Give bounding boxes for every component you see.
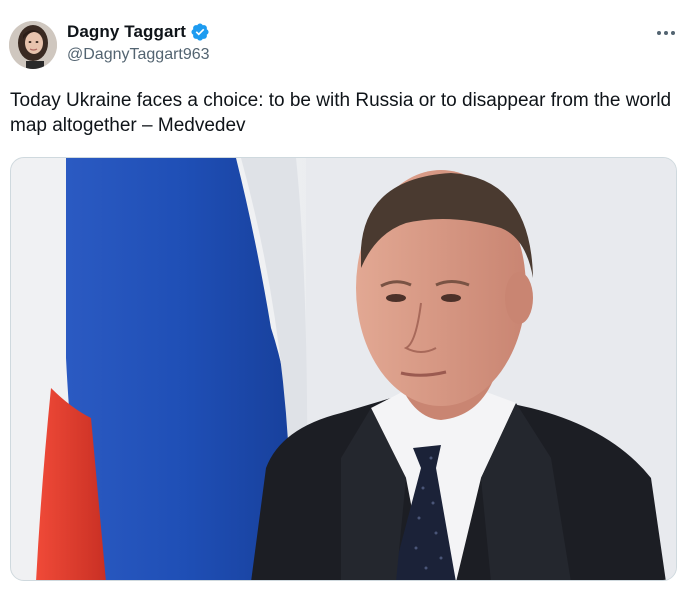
more-options-button[interactable] <box>651 20 681 44</box>
tweet-text: Today Ukraine faces a choice: to be with… <box>10 90 672 136</box>
author-display-name[interactable]: Dagny Taggart <box>67 22 186 42</box>
verified-badge-icon <box>190 22 210 42</box>
more-options-icon <box>656 23 676 41</box>
avatar[interactable] <box>9 21 57 69</box>
author-name-row: Dagny Taggart <box>67 20 210 44</box>
author-handle[interactable]: @DagnyTaggart963 <box>67 46 210 64</box>
tweet-card: Dagny Taggart @DagnyTaggart963 Today Ukr… <box>0 0 696 599</box>
tweet-photo[interactable] <box>10 157 677 581</box>
